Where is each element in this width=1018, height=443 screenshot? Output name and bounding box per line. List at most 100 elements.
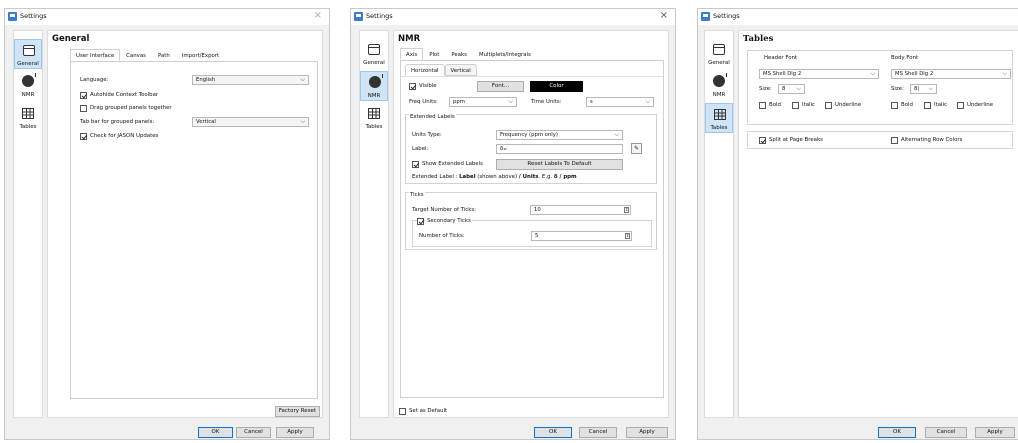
target-ticks-input[interactable]: 10 ⇕ (530, 205, 631, 215)
freq-units-label: Freq Units: (409, 99, 438, 105)
hint-eg: . E.g. (538, 174, 554, 180)
freq-units-select[interactable]: ppm ⌵ (449, 97, 517, 107)
sidebar-item-label: General (708, 60, 730, 66)
tab-user-interface[interactable]: User Interface (70, 49, 121, 61)
visible-checkbox[interactable] (409, 83, 416, 90)
sidebar-item-general[interactable]: General (360, 39, 388, 69)
edit-icon[interactable]: ✎ (631, 143, 642, 154)
sidebar-item-label: NMR (21, 92, 35, 98)
chevron-down-icon: ⌵ (300, 76, 305, 83)
factory-reset-button[interactable]: Factory Reset (275, 406, 320, 417)
apply-button[interactable]: Apply (975, 427, 1015, 438)
sidebar-item-tables[interactable]: Tables (360, 103, 388, 133)
visible-label: Visible (419, 83, 437, 89)
autohide-checkbox[interactable] (80, 92, 87, 99)
body-bold-checkbox[interactable] (891, 102, 898, 109)
tab-canvas[interactable]: Canvas (120, 49, 152, 61)
tab-pane: Language: English ⌵ Autohide Context Too… (70, 61, 318, 399)
drag-panels-checkbox[interactable] (80, 105, 87, 112)
sidebar: General NMR Tables (359, 30, 389, 418)
body-italic-checkbox[interactable] (924, 102, 931, 109)
settings-window-nmr: Settings × General NMR Tables NMR Axis P… (350, 8, 676, 440)
cancel-button[interactable]: Cancel (236, 427, 271, 438)
cancel-button[interactable]: Cancel (579, 427, 617, 438)
body-size-select[interactable]: 8| ⌵ (910, 84, 937, 94)
sidebar-item-label: General (363, 60, 385, 66)
chevron-down-icon: ⌵ (614, 131, 619, 138)
title-bar: Settings (698, 9, 1018, 25)
header-size-select[interactable]: 8 ⌵ (778, 84, 805, 94)
chevron-down-icon: ⌵ (796, 85, 801, 92)
apply-button[interactable]: Apply (626, 427, 668, 438)
tab-axis[interactable]: Axis (400, 48, 424, 60)
units-type-select[interactable]: Frequency (ppm only) ⌵ (496, 130, 623, 140)
header-underline-checkbox[interactable] (825, 102, 832, 109)
target-ticks-value: 10 (534, 207, 541, 213)
close-icon[interactable]: × (314, 10, 322, 21)
alternating-rows-checkbox[interactable] (891, 137, 898, 144)
body-bold-label: Bold (901, 102, 913, 108)
tab-peaks[interactable]: Peaks (445, 48, 473, 60)
color-button[interactable]: Color (530, 81, 583, 92)
sidebar-item-nmr[interactable]: NMR (360, 71, 388, 101)
num-ticks-label: Number of Ticks: (419, 233, 465, 239)
split-page-breaks-checkbox[interactable] (759, 137, 766, 144)
sidebar-item-tables[interactable]: Tables (705, 103, 733, 133)
header-italic-checkbox[interactable] (792, 102, 799, 109)
secondary-ticks-checkbox[interactable] (417, 218, 424, 225)
sidebar-item-label: Tables (710, 125, 728, 131)
sidebar-item-nmr[interactable]: NMR (14, 71, 42, 101)
set-as-default-checkbox[interactable] (399, 408, 406, 415)
num-ticks-input[interactable]: 5 ⇕ (531, 231, 632, 241)
sidebar-item-general[interactable]: General (705, 39, 733, 69)
hint-shown: (shown above) (475, 174, 519, 180)
window-icon (713, 44, 725, 55)
sidebar-item-general[interactable]: General (14, 39, 42, 69)
units-type-value: Frequency (ppm only) (500, 132, 558, 138)
show-extended-labels-checkbox[interactable] (412, 161, 419, 168)
language-value: English (196, 77, 216, 83)
tab-plot[interactable]: Plot (423, 48, 445, 60)
table-icon (22, 108, 34, 119)
cancel-button[interactable]: Cancel (925, 427, 967, 438)
header-font-value: MS Shell Dlg 2 (763, 71, 802, 77)
secondary-ticks-group: Secondary Ticks Number of Ticks: 5 ⇕ (412, 218, 652, 247)
spinner-icon[interactable]: ⇕ (625, 233, 630, 239)
tabbar-label: Tab bar for grouped panels: (80, 119, 155, 125)
title-bar: Settings × (5, 9, 329, 25)
app-icon (354, 12, 363, 21)
tab-import-export[interactable]: Import/Export (176, 49, 225, 61)
time-units-select[interactable]: s ⌵ (586, 97, 654, 107)
ok-button[interactable]: OK (198, 427, 233, 438)
spinner-icon[interactable]: ⇕ (624, 207, 629, 213)
sidebar-item-nmr[interactable]: NMR (705, 71, 733, 101)
reset-labels-button[interactable]: Reset Labels To Default (496, 159, 623, 170)
window-title: Settings (713, 12, 740, 20)
close-icon[interactable]: × (660, 10, 668, 21)
tab-multiplets-integrals[interactable]: Multiplets/Integrals (473, 48, 537, 60)
subtab-vertical[interactable]: Vertical (444, 64, 477, 76)
body-underline-checkbox[interactable] (957, 102, 964, 109)
font-button[interactable]: Font... (477, 81, 524, 92)
tab-path[interactable]: Path (152, 49, 176, 61)
header-bold-checkbox[interactable] (759, 102, 766, 109)
ok-button[interactable]: OK (878, 427, 916, 438)
apply-button[interactable]: Apply (276, 427, 314, 438)
options-group: Split at Page Breaks Alternating Row Col… (747, 131, 1013, 149)
sidebar-item-tables[interactable]: Tables (14, 103, 42, 133)
ok-button[interactable]: OK (534, 427, 572, 438)
language-select[interactable]: English ⌵ (192, 75, 309, 85)
tabbar-select[interactable]: Vertical ⌵ (192, 117, 309, 127)
sidebar-item-label: NMR (367, 93, 381, 99)
check-updates-checkbox[interactable] (80, 133, 87, 140)
language-label: Language: (80, 77, 109, 83)
body-font-select[interactable]: MS Shell Dlg 2 ⌵ (891, 69, 1011, 79)
label-input[interactable]: δ₁ₕ (496, 144, 623, 154)
header-underline-label: Underline (835, 102, 862, 108)
subtab-horizontal[interactable]: Horizontal (405, 64, 445, 76)
hint-units: / Units (518, 174, 539, 180)
units-type-label: Units Type: (412, 132, 442, 138)
sidebar-item-label: NMR (712, 92, 726, 98)
app-icon (701, 12, 710, 21)
header-font-select[interactable]: MS Shell Dlg 2 ⌵ (759, 69, 879, 79)
